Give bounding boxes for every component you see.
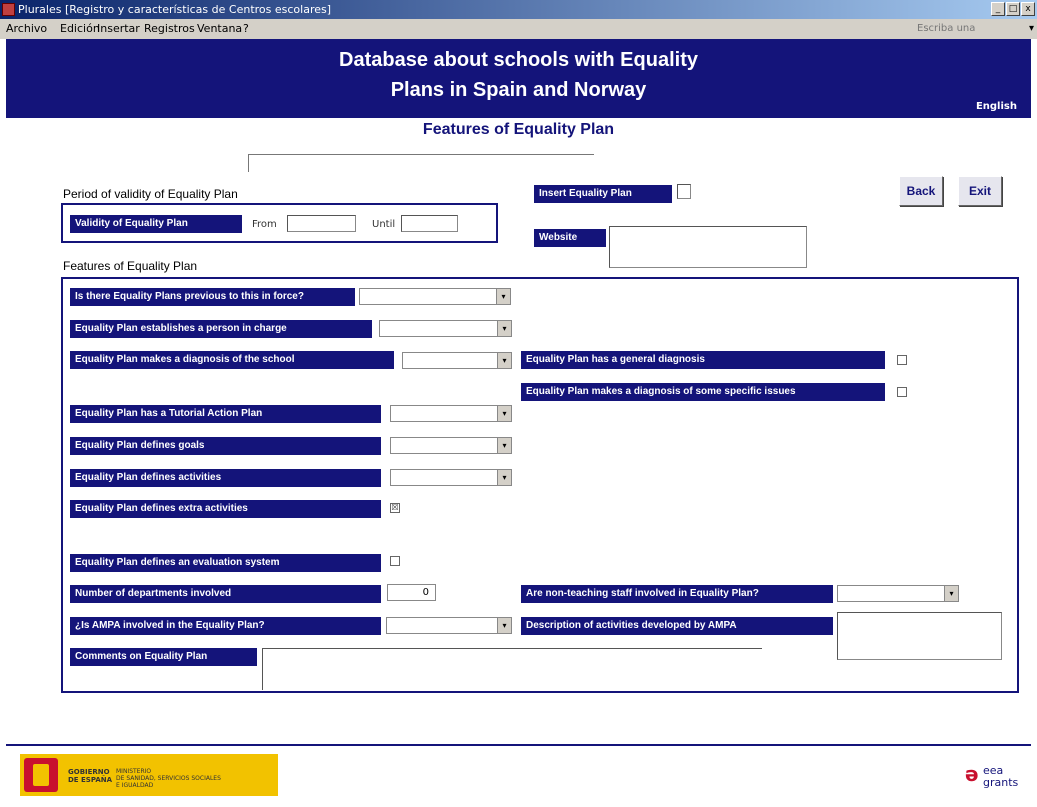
diagnosis-label: Equality Plan makes a diagnosis of the s… <box>70 351 394 369</box>
until-label: Until <box>372 219 396 230</box>
tutorial-plan-label: Equality Plan has a Tutorial Action Plan <box>70 405 381 423</box>
gov-name-line2: DE ESPAÑA <box>68 776 113 784</box>
header-title-line2: Plans in Spain and Norway <box>390 79 647 101</box>
window-controls: _ □ x <box>991 2 1035 16</box>
general-diagnosis-label: Equality Plan has a general diagnosis <box>521 351 885 369</box>
person-in-charge-label: Equality Plan establishes a person in ch… <box>70 320 372 338</box>
period-heading: Period of validity of Equality Plan <box>63 187 238 201</box>
window-title: Plurales [Registro y características de … <box>18 3 332 16</box>
header-banner: Database about schools with Equality Pla… <box>6 39 1031 118</box>
comments-input[interactable] <box>262 648 762 690</box>
diagnosis-combo[interactable]: ▾ <box>402 352 512 369</box>
specific-diagnosis-checkbox[interactable] <box>897 387 907 397</box>
maximize-button[interactable]: □ <box>1006 2 1020 16</box>
specific-diagnosis-label: Equality Plan makes a diagnosis of some … <box>521 383 885 401</box>
extra-activities-label: Equality Plan defines extra activities <box>70 500 381 518</box>
website-label: Website <box>534 229 606 247</box>
website-input[interactable] <box>609 226 807 268</box>
insert-plan-label: Insert Equality Plan <box>534 185 672 203</box>
ampa-activities-label: Description of activities developed by A… <box>521 617 833 635</box>
extra-activities-checkbox[interactable]: ☒ <box>390 503 400 513</box>
menu-bar: Archivo Edición Insertar Registros Venta… <box>0 19 1037 50</box>
menu-help[interactable]: ? <box>243 19 249 39</box>
person-in-charge-combo[interactable]: ▾ <box>379 320 512 337</box>
menu-insertar[interactable]: Insertar <box>97 19 140 39</box>
activities-combo[interactable]: ▾ <box>390 469 512 486</box>
ministry-line3: E IGUALDAD <box>116 782 154 789</box>
footer-divider <box>6 744 1031 746</box>
chevron-down-icon[interactable]: ▾ <box>497 470 511 485</box>
goals-combo[interactable]: ▾ <box>390 437 512 454</box>
goals-label: Equality Plan defines goals <box>70 437 381 455</box>
exit-button[interactable]: Exit <box>958 176 1002 206</box>
close-button[interactable]: x <box>1021 2 1035 16</box>
until-date-input[interactable] <box>401 215 458 232</box>
spanish-government-logo: GOBIERNO DE ESPAÑA MINISTERIO DE SANIDAD… <box>20 754 278 796</box>
departments-input[interactable]: 0 <box>387 584 436 601</box>
language-link[interactable]: English <box>976 101 1017 112</box>
chevron-down-icon[interactable]: ▾ <box>497 353 511 368</box>
features-heading: Features of Equality Plan <box>63 259 198 273</box>
header-title-line1: Database about schools with Equality <box>339 49 698 71</box>
chevron-down-icon[interactable]: ▾ <box>944 586 958 601</box>
comments-label: Comments on Equality Plan <box>70 648 257 666</box>
window-title-bar: Plurales [Registro y características de … <box>0 0 1037 19</box>
non-teaching-combo[interactable]: ▾ <box>837 585 959 602</box>
general-diagnosis-checkbox[interactable] <box>897 355 907 365</box>
help-question-input[interactable]: Escriba una pregunta <box>917 21 1007 50</box>
minimize-button[interactable]: _ <box>991 2 1005 16</box>
ampa-activities-input[interactable] <box>837 612 1002 660</box>
chevron-down-icon[interactable]: ▾ <box>497 618 511 633</box>
eea-logo-text-2: grants <box>983 776 1019 789</box>
activities-label: Equality Plan defines activities <box>70 469 381 487</box>
menu-ventana[interactable]: Ventana <box>197 19 242 39</box>
evaluation-label: Equality Plan defines an evaluation syst… <box>70 554 381 572</box>
ampa-label: ¿Is AMPA involved in the Equality Plan? <box>70 617 381 635</box>
gov-name-line1: GOBIERNO <box>68 768 110 776</box>
ministry-line2: DE SANIDAD, SERVICIOS SOCIALES <box>116 775 221 782</box>
non-teaching-label: Are non-teaching staff involved in Equal… <box>521 585 833 603</box>
page-title: Features of Equality Plan <box>422 121 615 138</box>
insert-plan-checkbox[interactable] <box>677 184 691 199</box>
chevron-down-icon[interactable]: ▾ <box>497 321 511 336</box>
help-dropdown-icon[interactable]: ▾ <box>1029 19 1034 39</box>
back-button[interactable]: Back <box>899 176 943 206</box>
departments-label: Number of departments involved <box>70 585 381 603</box>
tutorial-plan-combo[interactable]: ▾ <box>390 405 512 422</box>
previous-plans-combo[interactable]: ▾ <box>359 288 511 305</box>
menu-edicion[interactable]: Edición <box>60 19 100 39</box>
school-name-field[interactable] <box>248 154 594 172</box>
eea-grants-logo: ə eea grants <box>965 752 1025 792</box>
from-date-input[interactable] <box>287 215 356 232</box>
evaluation-checkbox[interactable] <box>390 556 400 566</box>
chevron-down-icon[interactable]: ▾ <box>497 406 511 421</box>
chevron-down-icon[interactable]: ▾ <box>496 289 510 304</box>
validity-label: Validity of Equality Plan <box>70 215 242 233</box>
previous-plans-label: Is there Equality Plans previous to this… <box>70 288 355 306</box>
ampa-combo[interactable]: ▾ <box>386 617 512 634</box>
from-label: From <box>252 219 277 230</box>
coat-of-arms-icon <box>24 758 58 792</box>
ministry-line1: MINISTERIO <box>116 768 152 775</box>
menu-archivo[interactable]: Archivo <box>6 19 47 39</box>
app-icon <box>2 3 15 16</box>
eea-logo-icon: ə <box>965 762 979 786</box>
chevron-down-icon[interactable]: ▾ <box>497 438 511 453</box>
menu-registros[interactable]: Registros <box>144 19 195 39</box>
